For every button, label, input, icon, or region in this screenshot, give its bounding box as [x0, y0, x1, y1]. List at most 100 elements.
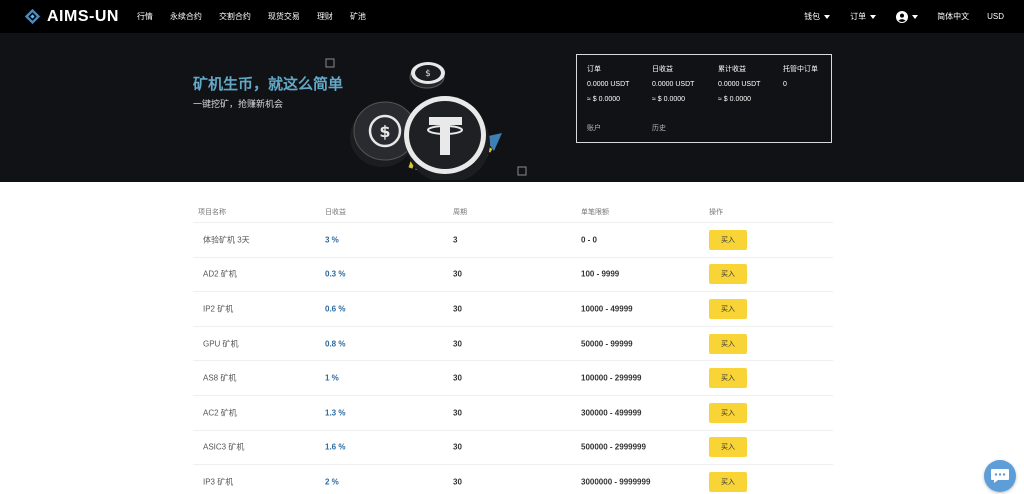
top-navbar: AIMS-UN 行情 永续合约 交割合约 现货交易 理财 矿池 钱包 订单 简体…	[0, 0, 1024, 33]
cell-rate: 0.3 %	[325, 269, 346, 279]
cell-name: 体验矿机 3天	[203, 235, 250, 245]
cell-limit: 3000000 - 9999999	[581, 477, 651, 487]
cell-period: 30	[453, 339, 462, 349]
buy-button[interactable]: 买入	[709, 471, 747, 492]
header-action: 操作	[709, 209, 723, 216]
nav-item-spot[interactable]: 现货交易	[268, 11, 300, 22]
buy-button[interactable]: 买入	[709, 437, 747, 458]
user-circle-icon	[896, 10, 909, 23]
cell-rate: 1.6 %	[325, 442, 346, 452]
wallet-menu[interactable]: 钱包	[804, 11, 831, 22]
orders-menu[interactable]: 订单	[850, 11, 877, 22]
nav-item-market[interactable]: 行情	[137, 11, 153, 22]
stat-value: 0.0000 USDT	[652, 81, 695, 88]
buy-button[interactable]: 买入	[709, 298, 747, 319]
stat-approx: ≈ $ 0.0000	[587, 96, 621, 103]
mining-stats-panel: 订单 0.0000 USDT ≈ $ 0.0000 日收益 0.0000 USD…	[576, 54, 832, 143]
svg-text:$: $	[425, 69, 431, 79]
header-project-name: 项目名称	[198, 209, 226, 216]
cell-period: 30	[453, 408, 462, 418]
diamond-logo-icon	[24, 8, 41, 25]
brand-logo[interactable]: AIMS-UN	[24, 8, 119, 26]
cell-limit: 100 - 9999	[581, 269, 620, 279]
cell-rate: 0.6 %	[325, 304, 346, 314]
table-row: GPU 矿机 0.8 % 30 50000 - 99999 买入	[193, 325, 833, 361]
header-limit: 单笔限额	[581, 209, 609, 216]
stat-label: 日收益	[652, 66, 673, 73]
hero-banner: 矿机生币，就这么简单 一键挖矿，抢赚新机会 $ $ 订单 0.0000 USDT…	[0, 33, 1024, 182]
cell-period: 3	[453, 235, 458, 245]
cell-name: AS8 矿机	[203, 373, 237, 383]
cell-limit: 100000 - 299999	[581, 373, 642, 383]
orders-label: 订单	[850, 12, 867, 21]
table-header: 项目名称 日收益 周期 单笔限额 操作	[193, 200, 833, 222]
currency-switch[interactable]: USD	[987, 12, 1004, 21]
stat-label: 托管中订单	[783, 66, 818, 73]
table-row: IP2 矿机 0.6 % 30 10000 - 49999 买入	[193, 291, 833, 326]
wallet-label: 钱包	[804, 12, 821, 21]
stat-label: 订单	[587, 66, 601, 73]
table-row: ASIC3 矿机 1.6 % 30 500000 - 2999999 买入	[193, 429, 833, 465]
coins-illustration: $ $	[325, 58, 527, 180]
account-link[interactable]: 账户	[587, 123, 601, 133]
hero-title: 矿机生币，就这么简单	[193, 76, 344, 93]
cell-period: 30	[453, 304, 462, 314]
cell-period: 30	[453, 477, 462, 487]
cell-rate: 1.3 %	[325, 408, 346, 418]
buy-button[interactable]: 买入	[709, 229, 747, 250]
user-menu[interactable]	[896, 10, 919, 23]
cell-period: 30	[453, 442, 462, 452]
header-period: 周期	[453, 209, 467, 216]
cell-period: 30	[453, 373, 462, 383]
buy-button[interactable]: 买入	[709, 333, 747, 354]
stat-value: 0	[783, 81, 787, 88]
stat-approx: ≈ $ 0.0000	[652, 96, 686, 103]
buy-button[interactable]: 买入	[709, 264, 747, 285]
cell-name: ASIC3 矿机	[203, 442, 245, 452]
table-row: AS8 矿机 1 % 30 100000 - 299999 买入	[193, 360, 833, 395]
nav-item-perpetual[interactable]: 永续合约	[170, 11, 202, 22]
stat-value: 0.0000 USDT	[587, 81, 630, 88]
cell-name: AD2 矿机	[203, 269, 237, 279]
caret-down-icon	[912, 14, 919, 19]
cell-rate: 3 %	[325, 235, 339, 245]
table-row: AC2 矿机 1.3 % 30 300000 - 499999 买入	[193, 394, 833, 430]
chat-widget-button[interactable]	[984, 460, 1016, 492]
cell-name: AC2 矿机	[203, 408, 237, 418]
nav-item-finance[interactable]: 理财	[317, 11, 333, 22]
history-link[interactable]: 历史	[652, 123, 666, 133]
stat-orders: 订单 0.0000 USDT ≈ $ 0.0000	[587, 64, 629, 103]
svg-text:$: $	[379, 122, 390, 141]
buy-button[interactable]: 买入	[709, 368, 747, 389]
cell-name: IP3 矿机	[203, 477, 234, 487]
stat-total-income: 累计收益 0.0000 USDT ≈ $ 0.0000	[718, 64, 760, 103]
buy-button[interactable]: 买入	[709, 402, 747, 423]
chat-bubble-icon	[991, 469, 1009, 483]
table-row: 体验矿机 3天 3 % 3 0 - 0 买入	[193, 222, 833, 257]
cell-limit: 300000 - 499999	[581, 408, 642, 418]
brand-name: AIMS-UN	[47, 7, 119, 25]
nav-item-delivery[interactable]: 交割合约	[219, 11, 251, 22]
cell-limit: 10000 - 49999	[581, 304, 633, 314]
nav-item-mining-pool[interactable]: 矿池	[350, 11, 366, 22]
table-row: AD2 矿机 0.3 % 30 100 - 9999 买入	[193, 256, 833, 292]
hero-subtitle: 一键挖矿，抢赚新机会	[193, 99, 284, 109]
stat-label: 累计收益	[718, 66, 746, 73]
caret-down-icon	[824, 14, 831, 19]
cell-name: IP2 矿机	[203, 304, 234, 314]
language-switch[interactable]: 简体中文	[937, 11, 969, 22]
header-daily-income: 日收益	[325, 209, 346, 216]
stat-value: 0.0000 USDT	[718, 81, 761, 88]
table-row: IP3 矿机 2 % 30 3000000 - 9999999 买入	[193, 464, 833, 494]
cell-name: GPU 矿机	[203, 339, 239, 349]
nav-right: 钱包 订单 简体中文 USD	[804, 0, 1024, 33]
cell-rate: 0.8 %	[325, 339, 346, 349]
cell-limit: 500000 - 2999999	[581, 442, 646, 452]
cell-limit: 0 - 0	[581, 235, 598, 245]
main-menu: 行情 永续合约 交割合约 现货交易 理财 矿池	[137, 11, 383, 22]
stat-hosted-orders: 托管中订单 0	[783, 64, 818, 88]
cell-rate: 2 %	[325, 477, 339, 487]
caret-down-icon	[870, 14, 877, 19]
mining-products-table: 项目名称 日收益 周期 单笔限额 操作 体验矿机 3天 3 % 3 0 - 0 …	[193, 200, 833, 494]
cell-rate: 1 %	[325, 373, 339, 383]
